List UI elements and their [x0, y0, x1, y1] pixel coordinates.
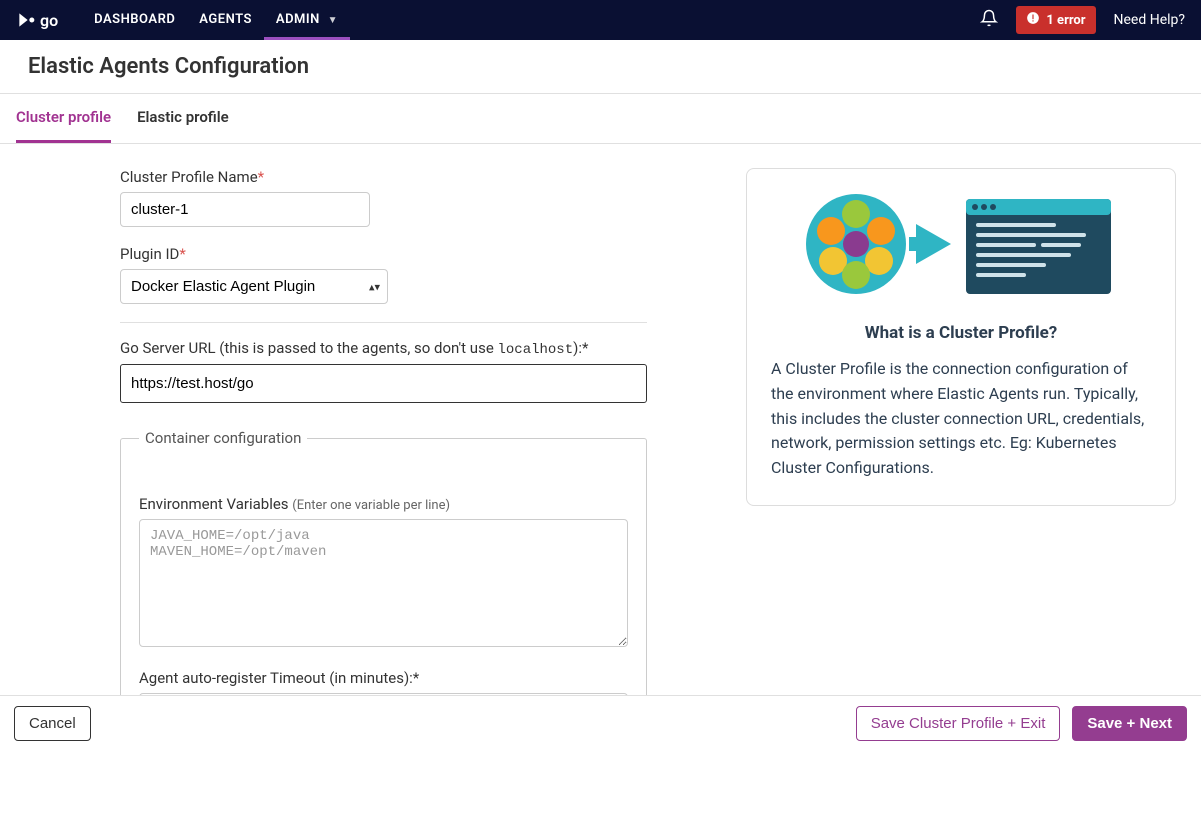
info-title: What is a Cluster Profile?: [771, 323, 1151, 343]
nav-dashboard[interactable]: DASHBOARD: [82, 0, 187, 40]
chevron-down-icon: ▼: [328, 15, 338, 26]
logo-icon: [16, 10, 36, 30]
bell-icon[interactable]: [980, 9, 998, 31]
page-title: Elastic Agents Configuration: [28, 54, 1173, 79]
nav-agents[interactable]: AGENTS: [187, 0, 264, 40]
container-configuration-legend: Container configuration: [139, 429, 307, 447]
cluster-profile-name-input[interactable]: [120, 192, 370, 227]
need-help-link[interactable]: Need Help?: [1114, 12, 1186, 28]
footer-right: Save Cluster Profile + Exit Save + Next: [856, 706, 1187, 741]
env-vars-label: Environment Variables (Enter one variabl…: [139, 495, 628, 513]
error-count: 1 error: [1046, 13, 1085, 28]
field-plugin-id: Plugin ID* Docker Elastic Agent Plugin ▴…: [24, 245, 647, 304]
cluster-illustration-icon: [801, 189, 1121, 299]
top-nav: go DASHBOARD AGENTS ADMIN ▼ 1 error Need…: [0, 0, 1201, 40]
required-asterisk: *: [179, 245, 185, 263]
nav-links: DASHBOARD AGENTS ADMIN ▼: [82, 0, 350, 40]
go-server-url-input[interactable]: [120, 364, 647, 403]
page-header: Elastic Agents Configuration: [0, 40, 1201, 94]
env-vars-textarea[interactable]: [139, 519, 628, 647]
nav-admin[interactable]: ADMIN ▼: [264, 0, 350, 40]
env-vars-hint: (Enter one variable per line): [292, 498, 450, 513]
logo-text: go: [40, 11, 58, 30]
save-next-button[interactable]: Save + Next: [1072, 706, 1187, 741]
field-env-vars: Environment Variables (Enter one variabl…: [139, 495, 628, 651]
plugin-id-select[interactable]: Docker Elastic Agent Plugin: [120, 269, 388, 304]
top-nav-right: 1 error Need Help?: [980, 6, 1185, 34]
field-cluster-profile-name: Cluster Profile Name*: [24, 168, 647, 227]
section-divider: [120, 322, 647, 323]
cancel-button[interactable]: Cancel: [14, 706, 91, 741]
footer: Cancel Save Cluster Profile + Exit Save …: [0, 695, 1201, 751]
tab-elastic-profile[interactable]: Elastic profile: [137, 94, 229, 143]
plugin-id-label: Plugin ID*: [120, 245, 647, 263]
plugin-id-select-wrap: Docker Elastic Agent Plugin ▴▾: [120, 269, 388, 304]
container-configuration-fieldset: Container configuration Environment Vari…: [120, 429, 647, 739]
nav-admin-label: ADMIN: [276, 12, 320, 27]
required-asterisk: *: [258, 168, 264, 186]
logo[interactable]: go: [16, 10, 58, 30]
tabs: Cluster profile Elastic profile: [0, 94, 1201, 144]
tab-cluster-profile[interactable]: Cluster profile: [16, 94, 111, 143]
info-column: What is a Cluster Profile? A Cluster Pro…: [746, 168, 1176, 739]
field-go-server-url: Go Server URL (this is passed to the age…: [24, 339, 647, 403]
agent-timeout-label: Agent auto-register Timeout (in minutes)…: [139, 669, 628, 687]
alert-icon: [1026, 11, 1040, 29]
info-card: What is a Cluster Profile? A Cluster Pro…: [746, 168, 1176, 506]
info-body: A Cluster Profile is the connection conf…: [771, 357, 1151, 481]
error-badge[interactable]: 1 error: [1016, 6, 1095, 34]
form-column: Cluster Profile Name* Plugin ID* Docker …: [24, 168, 647, 739]
save-cluster-profile-exit-button[interactable]: Save Cluster Profile + Exit: [856, 706, 1061, 741]
go-server-url-label: Go Server URL (this is passed to the age…: [120, 339, 647, 358]
top-nav-left: go DASHBOARD AGENTS ADMIN ▼: [16, 0, 350, 40]
cluster-profile-name-label: Cluster Profile Name*: [120, 168, 647, 186]
